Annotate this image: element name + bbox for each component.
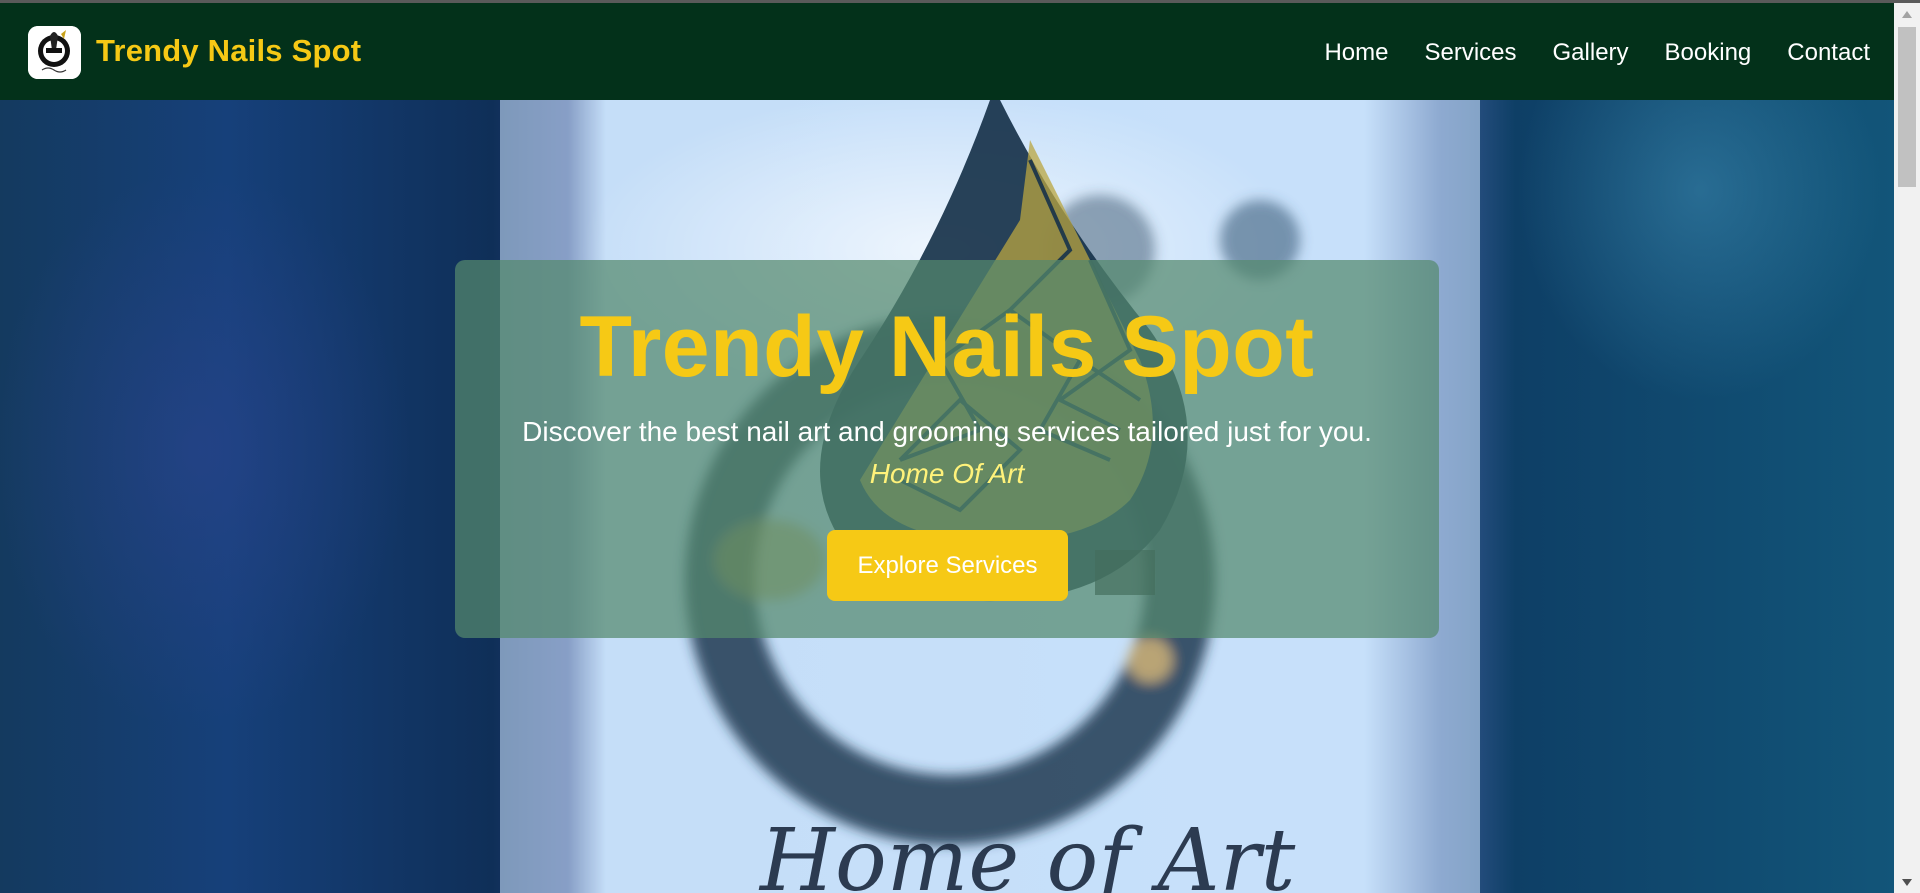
background-script-text: Home of Art	[758, 811, 1296, 893]
nav-link-contact[interactable]: Contact	[1787, 39, 1870, 67]
triangle-up-icon	[1902, 10, 1912, 18]
navbar: Trendy Nails Spot Home Services Gallery …	[0, 3, 1894, 100]
hero-tagline: Home Of Art	[869, 458, 1025, 489]
nav-link-booking[interactable]: Booking	[1665, 39, 1752, 67]
nav-links: Home Services Gallery Booking Contact	[1288, 39, 1870, 67]
hero-title: Trendy Nails Spot	[579, 299, 1315, 395]
brand-name[interactable]: Trendy Nails Spot	[96, 33, 361, 69]
scroll-down-button[interactable]	[1894, 871, 1920, 893]
scroll-up-button[interactable]	[1894, 3, 1920, 25]
hero-card: Trendy Nails Spot Discover the best nail…	[455, 260, 1439, 638]
nav-link-home[interactable]: Home	[1324, 39, 1388, 67]
brand-logo-icon[interactable]	[28, 26, 81, 79]
scroll-thumb[interactable]	[1898, 27, 1916, 187]
triangle-down-icon	[1902, 878, 1912, 886]
explore-services-button[interactable]: Explore Services	[827, 530, 1068, 601]
nav-link-gallery[interactable]: Gallery	[1553, 39, 1629, 67]
hero-subtitle: Discover the best nail art and grooming …	[522, 416, 1372, 447]
vertical-scrollbar[interactable]	[1894, 3, 1920, 893]
hero-section: Home of Art Trendy Nails Spot Discover t…	[0, 100, 1894, 893]
nav-link-services[interactable]: Services	[1424, 39, 1516, 67]
